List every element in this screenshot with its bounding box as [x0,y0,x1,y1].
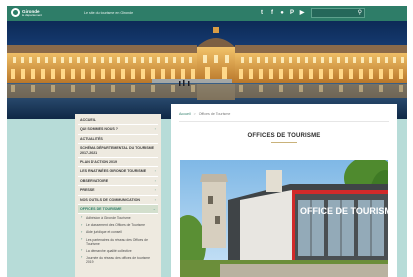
sidebar-item-matinees[interactable]: Les rnatinées Gironde tourisme › [78,167,158,177]
social-links: t f ● P ▶ [259,9,305,17]
top-bar: Gironde le département Le site du touris… [7,6,407,25]
chevron-right-icon: › [154,177,156,183]
sidebar-item-label: Nos outils de communication [80,197,141,202]
facebook-icon[interactable]: f [269,9,275,17]
sidebar-item-plan-action[interactable]: Plan d'action 2019 [78,158,158,168]
sidebar-subitem-aide-juridique[interactable]: Aide juridique et conseil [78,229,158,236]
chevron-right-icon: › [154,126,156,132]
sidebar-item-accueil[interactable]: Accueil [78,116,158,126]
sidebar-item-label: Les rnatinées Gironde tourisme [80,169,147,174]
breadcrumb-home[interactable]: Accueil [179,112,191,116]
sidebar-nav: Accueil Qui sommes nous ? › Actualités Sc… [75,114,161,277]
youtube-icon[interactable]: ▶ [299,9,305,17]
page: Gironde le département Le site du touris… [7,6,407,277]
sidebar-subitem-adhesion[interactable]: Adhésion à Gironde Tourisme [78,214,158,221]
main-content: Accueil > Offices de Tourisme OFFICES DE… [171,104,397,277]
sidebar-subitem-demarche-qualite[interactable]: La démarche qualité collective [78,247,158,254]
flickr-icon[interactable]: ● [279,9,285,17]
sidebar-subitem-partenaires[interactable]: Les partenaires du réseau des Offices de… [78,236,158,247]
sidebar-item-label: Qui sommes nous ? [80,127,118,132]
sidebar-item-presse[interactable]: Presse › [78,186,158,196]
page-title: OFFICES DE TOURISME [247,133,321,139]
office-de-tourisme-sign: OFFICE DE TOURISME [300,206,388,216]
sidebar-item-label: Offices de tourisme [80,207,122,212]
logo-sub: le département [22,12,43,17]
breadcrumb: Accueil > Offices de Tourisme [179,112,230,116]
chevron-right-icon: › [154,187,156,193]
gironde-logo[interactable]: Gironde le département [11,8,42,17]
sidebar-item-offices-de-tourisme[interactable]: Offices de tourisme ⌄ [78,205,158,215]
sidebar-item-label: Accueil [80,118,96,122]
sidebar-item-label: Presse [80,188,95,193]
pinterest-icon[interactable]: P [289,9,295,17]
chevron-right-icon: › [154,196,156,202]
office-de-tourisme-photo: OFFICE DE TOURISME [180,160,388,277]
sidebar-subitem-classement[interactable]: Le classement des Offices de Tourisme [78,222,158,229]
breadcrumb-current: Offices de Tourisme [198,112,231,116]
sidebar-subitem-journee-reseau[interactable]: Journée du réseau des offices de tourism… [78,254,158,265]
sidebar-item-label: Observatoire [80,178,109,183]
search-icon[interactable]: ⚲ [358,9,362,17]
sidebar-item-label: Schéma départemental du tourisme 2017-20… [80,146,155,155]
sidebar-item-actualites[interactable]: Actualités [78,135,158,145]
sidebar-item-label: Actualités [80,136,103,141]
chevron-down-icon: ⌄ [152,206,156,212]
breadcrumb-separator: > [193,112,196,116]
sidebar-item-outils-communication[interactable]: Nos outils de communication › [78,196,158,206]
site-tagline: Le site du tourisme en Gironde [84,11,134,15]
sidebar-item-label: Plan d'action 2019 [80,160,117,165]
chevron-right-icon: › [154,168,156,174]
sidebar-item-schema-departemental[interactable]: Schéma départemental du tourisme 2017-20… [78,144,158,159]
sidebar-item-qui-sommes-nous[interactable]: Qui sommes nous ? › [78,125,158,135]
divider [179,121,389,122]
logo-mark-icon [11,8,20,17]
title-underline [271,142,297,143]
search-box: ⚲ [311,8,365,25]
sidebar-item-observatoire[interactable]: Observatoire › [78,177,158,187]
twitter-icon[interactable]: t [259,9,265,17]
